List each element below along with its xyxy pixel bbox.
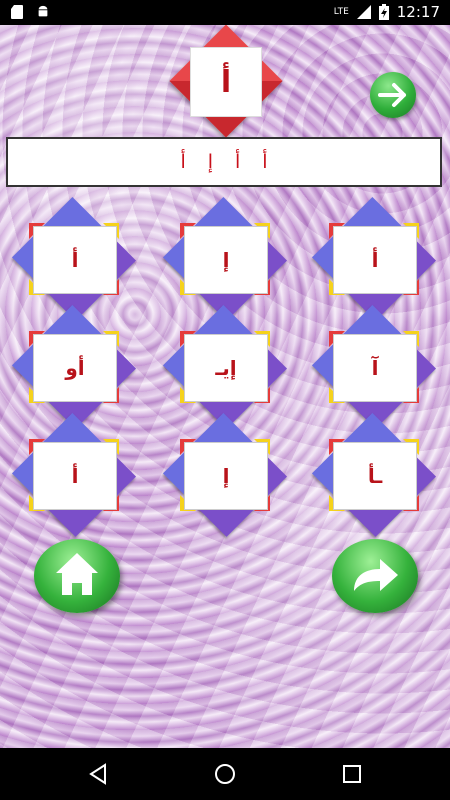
status-bar: LTE 12:17 [0,0,450,25]
letter-tile[interactable]: إ [162,196,288,322]
main-area: أ أ أ إ أ أ إ أ أو إيـ آ أ إ ـأ [0,25,450,748]
status-time: 12:17 [396,3,440,21]
letter-tile-label: إ [184,442,268,510]
letter-tile[interactable]: أ [11,196,137,322]
system-nav-bar [0,748,450,800]
current-letter: أ [190,47,262,117]
letter-tile-label: آ [333,334,417,402]
signal-icon [356,5,371,19]
letter-tile-label: أ [333,226,417,294]
sentence-letter[interactable]: أ [235,151,240,173]
home-icon [56,553,98,595]
letter-tile[interactable]: إيـ [162,304,288,430]
arrow-right-icon [378,83,406,107]
letter-tile-label: إيـ [184,334,268,402]
letter-tile-label: أ [33,442,117,510]
letter-tile-label: ـأ [333,442,417,510]
next-button[interactable] [332,539,418,613]
home-button[interactable] [34,539,120,613]
letter-tile-label: أو [33,334,117,402]
home-circle-icon[interactable] [213,762,237,786]
battery-charging-icon [378,4,389,20]
recents-square-icon[interactable] [340,762,364,786]
sentence-letter[interactable]: إ [208,151,213,173]
letter-tile[interactable]: إ [162,412,288,538]
current-letter-tile[interactable]: أ [169,25,283,138]
sentence-bar: أ أ إ أ [6,137,442,187]
letter-tile-label: أ [33,226,117,294]
forward-arrow-icon [354,559,398,591]
back-triangle-icon[interactable] [86,762,110,786]
sentence-letter[interactable]: أ [180,151,185,173]
letter-tile[interactable]: أ [11,412,137,538]
network-label: LTE [333,7,349,17]
letter-tile[interactable]: ـأ [311,412,437,538]
letter-tile-label: إ [184,226,268,294]
letter-tile[interactable]: آ [311,304,437,430]
sd-card-icon [11,5,23,19]
android-icon [38,5,48,17]
letter-tile[interactable]: أ [311,196,437,322]
sentence-letter[interactable]: أ [262,151,267,173]
forward-arrow-button[interactable] [370,72,416,118]
letter-tile[interactable]: أو [11,304,137,430]
